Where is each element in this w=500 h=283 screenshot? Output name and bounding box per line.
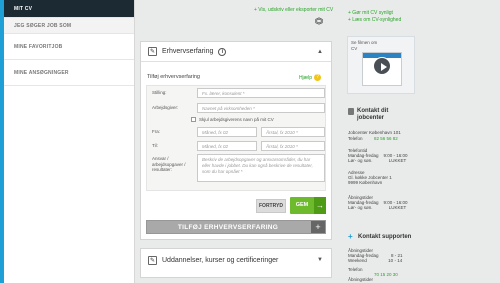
- save-button[interactable]: GEM →: [290, 197, 326, 214]
- add-experience-button[interactable]: TILFØJ ERHVERVSERFARING +: [146, 220, 326, 234]
- cancel-button[interactable]: FORTRYD: [256, 199, 286, 213]
- help-label: Hjælp: [298, 74, 312, 81]
- info-icon[interactable]: i: [218, 47, 227, 56]
- help-link[interactable]: Hjælp?: [299, 74, 321, 81]
- phone-icon: [348, 108, 354, 115]
- save-button-label: GEM: [295, 202, 309, 208]
- education-panel-header[interactable]: ✎ Uddannelser, kurser og certificeringer…: [141, 249, 331, 271]
- contact-support-title: Kontakt supporten: [358, 234, 412, 240]
- chevron-down-icon[interactable]: ▼: [317, 257, 323, 263]
- make-cv-visible-link[interactable]: + Gør mit CV synligt: [348, 10, 393, 16]
- ansvar-label: Ansvar / arbejdsopgaver / resultater:: [152, 156, 186, 172]
- pencil-icon: ✎: [148, 255, 157, 265]
- support-hours: Åbningstider Mandag-fredag 8 - 21 Weeken…: [348, 248, 403, 264]
- contact-support-heading: + Kontakt supporten: [348, 232, 412, 241]
- nav-item-mine-ansogninger[interactable]: MINE ANSØGNINGER: [4, 60, 134, 86]
- chevron-up-icon[interactable]: ▲: [317, 49, 323, 55]
- experience-title: Erhvervserfaring: [162, 48, 214, 55]
- hide-employer-checkbox[interactable]: [191, 117, 196, 122]
- stilling-input[interactable]: Fx. lærer, konsulent *: [197, 88, 325, 98]
- support-open-label: Åbningstider: [348, 277, 374, 282]
- phone-label: Telefon: [348, 136, 363, 141]
- support-phone[interactable]: 70 15 20 30: [374, 272, 398, 277]
- jobcenter-name: Jobcenter København 101: [348, 130, 401, 135]
- ansvar-textarea[interactable]: Beskriv de arbejdsopgaver og ansvarsområ…: [197, 154, 325, 182]
- contact-jobcenter-title: Kontakt dit jobcenter: [357, 108, 389, 121]
- fra-month-input[interactable]: Måned, fx 02: [197, 127, 257, 137]
- nav-item-jeg-soger-job-som[interactable]: JEG SØGER JOB SOM: [4, 18, 134, 34]
- arbejdsgiver-input[interactable]: Navnet på virksomheden *: [197, 103, 325, 113]
- cv-video[interactable]: Se filmen om CV: [347, 36, 415, 94]
- collapse-all-icon[interactable]: ︽ ︾: [315, 14, 323, 30]
- sidebar-nav: MIT CV JEG SØGER JOB SOM MINE FAVORITJOB…: [4, 0, 135, 283]
- video-caption: Se filmen om CV: [351, 40, 378, 51]
- support-phone-label: Telefon: [348, 267, 363, 272]
- til-month-input[interactable]: Måned, fx 02: [197, 141, 257, 151]
- add-experience-label: TILFØJ ERHVERVSERFARING: [177, 224, 279, 231]
- arrow-right-icon: →: [314, 197, 326, 214]
- experience-form: Stilling: Fx. lærer, konsulent * Arbejds…: [146, 85, 326, 191]
- fra-label: Fra:: [152, 129, 161, 134]
- jobcenter-address: Adresse Gl. køkke Jobcenter 1 9999 Køben…: [348, 170, 392, 186]
- arbejdsgiver-label: Arbejdsgiver:: [152, 105, 179, 110]
- til-year-input[interactable]: Årstal, fx 2010 *: [261, 141, 325, 151]
- phone-hours: Telefontid Mandag-fredag 9:00 - 16:00 Lø…: [348, 148, 408, 164]
- jobcenter-phone[interactable]: 82 56 56 82: [374, 136, 398, 141]
- experience-panel-header[interactable]: ✎ Erhvervserfaring i ▲: [141, 42, 331, 62]
- education-panel: ✎ Uddannelser, kurser og certificeringer…: [140, 248, 332, 278]
- nav-item-mine-favoritjob[interactable]: MINE FAVORITJOB: [4, 34, 134, 60]
- fra-year-input[interactable]: Årstal, fx 2010 *: [261, 127, 325, 137]
- hide-employer-label: Skjul arbejdsgiverens navn på mit CV: [199, 117, 274, 122]
- pencil-icon: ✎: [148, 47, 157, 56]
- til-label: Til:: [152, 143, 158, 148]
- jobcenter-open-hours: Åbningstider Mandag-fredag 9:00 - 16:00 …: [348, 195, 408, 211]
- play-icon[interactable]: [373, 57, 391, 75]
- contact-jobcenter-heading: Kontakt dit jobcenter: [348, 108, 388, 122]
- stilling-label: Stilling:: [152, 90, 167, 95]
- nav-item-mit-cv[interactable]: MIT CV: [4, 0, 134, 18]
- education-title: Uddannelser, kurser og certificeringer: [162, 256, 279, 264]
- plus-icon: +: [348, 232, 353, 241]
- add-experience-subtitle: Tilføj erhvervserfaring: [147, 74, 200, 80]
- plus-icon: +: [311, 221, 325, 233]
- question-icon: ?: [314, 74, 321, 81]
- read-cv-visibility-link[interactable]: + Læs om CV-synlighed: [348, 17, 401, 23]
